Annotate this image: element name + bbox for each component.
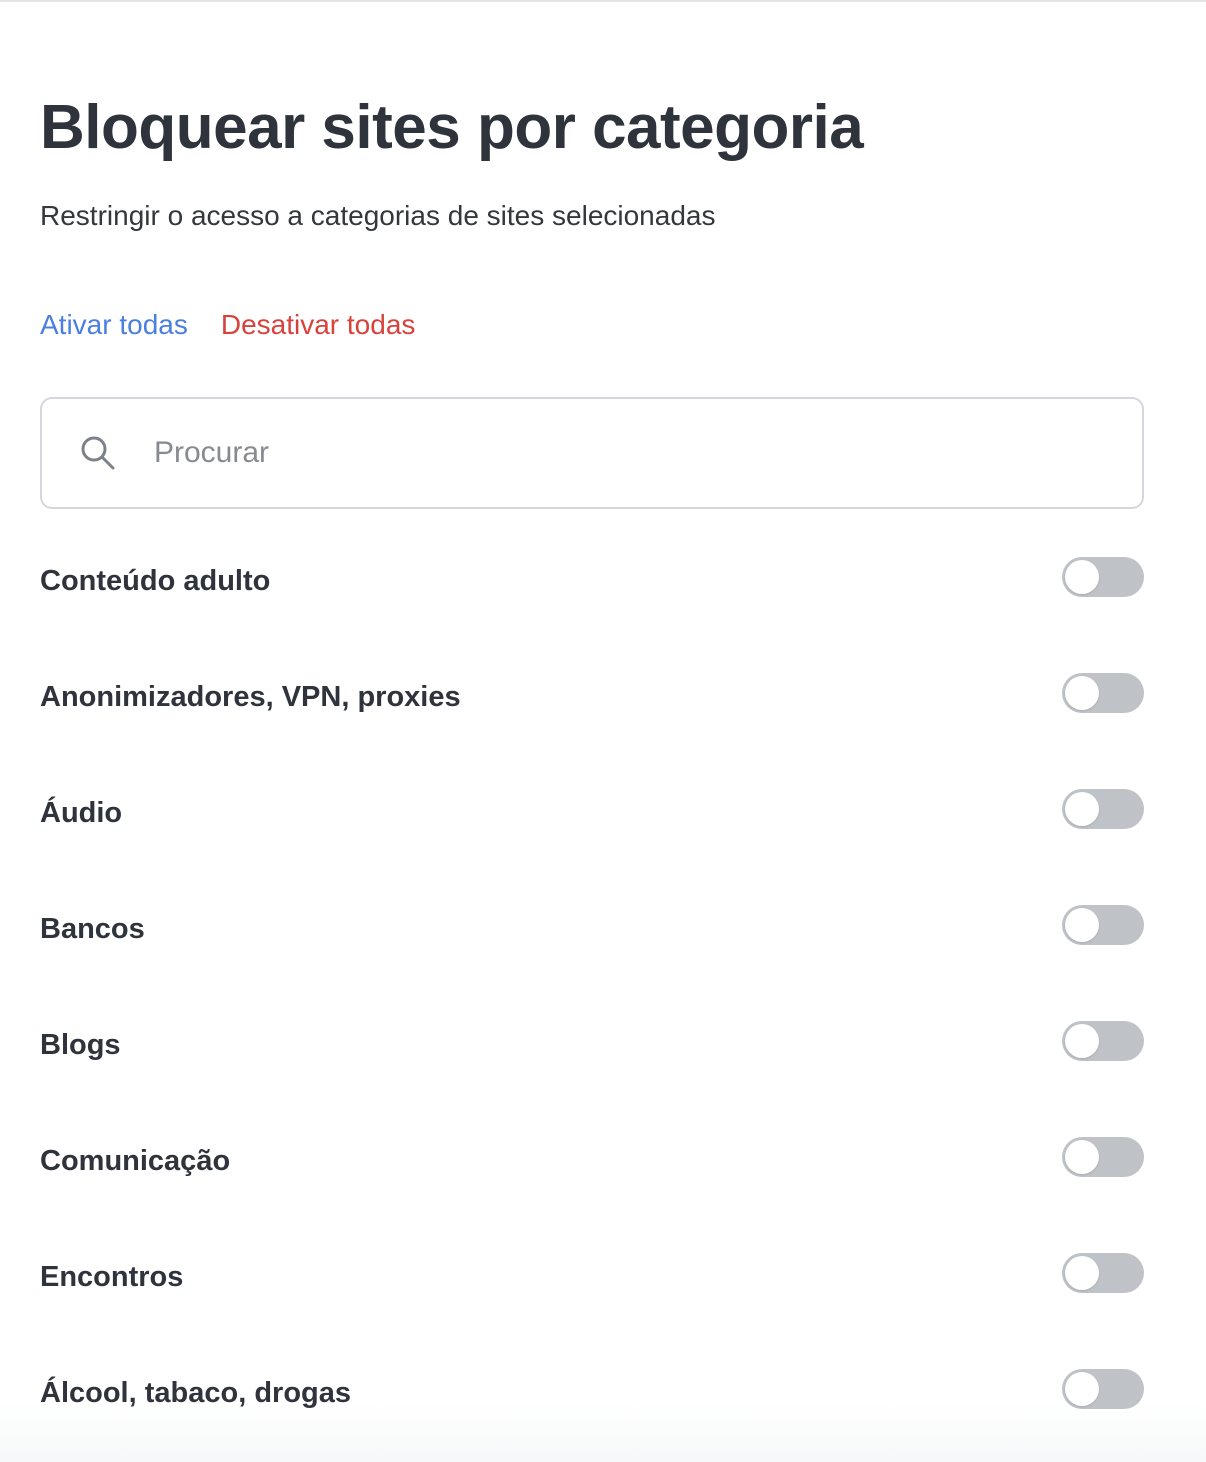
disable-all-link[interactable]: Desativar todas [221,307,416,343]
category-row: Anonimizadores, VPN, proxies [40,637,1144,753]
category-label: Conteúdo adulto [40,565,271,597]
page-title: Bloquear sites por categoria [40,93,864,162]
enable-all-link[interactable]: Ativar todas [40,307,188,343]
category-row: Áudio [40,753,1144,869]
category-toggle[interactable] [1062,1021,1144,1061]
toggle-knob [1065,1256,1099,1290]
category-row: Comunicação [40,1101,1144,1217]
category-toggle[interactable] [1062,1369,1144,1409]
toggle-knob [1065,792,1099,826]
search-box[interactable] [40,397,1144,509]
toggle-knob [1065,1024,1099,1058]
category-label: Anonimizadores, VPN, proxies [40,681,461,713]
toggle-knob [1065,560,1099,594]
search-icon [81,436,115,470]
category-label: Áudio [40,797,123,829]
category-row: Encontros [40,1217,1144,1333]
category-label: Álcool, tabaco, drogas [40,1377,351,1409]
category-list: Conteúdo adulto Anonimizadores, VPN, pro… [40,521,1144,1449]
page-subtitle: Restringir o acesso a categorias de site… [40,200,716,231]
category-toggle[interactable] [1062,673,1144,713]
category-toggle[interactable] [1062,789,1144,829]
category-toggle[interactable] [1062,1253,1144,1293]
category-label: Blogs [40,1029,121,1061]
search-input[interactable] [154,429,1114,477]
toggle-knob [1065,676,1099,710]
category-label: Bancos [40,913,145,945]
category-row: Bancos [40,869,1144,985]
toggle-knob [1065,908,1099,942]
toggle-knob [1065,1140,1099,1174]
bulk-actions: Ativar todas Desativar todas [40,307,415,343]
category-row: Conteúdo adulto [40,521,1144,637]
category-toggle[interactable] [1062,557,1144,597]
page: Bloquear sites por categoria Restringir … [0,0,1206,1462]
toggle-knob [1065,1372,1099,1406]
category-label: Encontros [40,1261,184,1293]
category-row: Álcool, tabaco, drogas [40,1333,1144,1449]
category-toggle[interactable] [1062,905,1144,945]
category-label: Comunicação [40,1145,231,1177]
category-toggle[interactable] [1062,1137,1144,1177]
category-row: Blogs [40,985,1144,1101]
